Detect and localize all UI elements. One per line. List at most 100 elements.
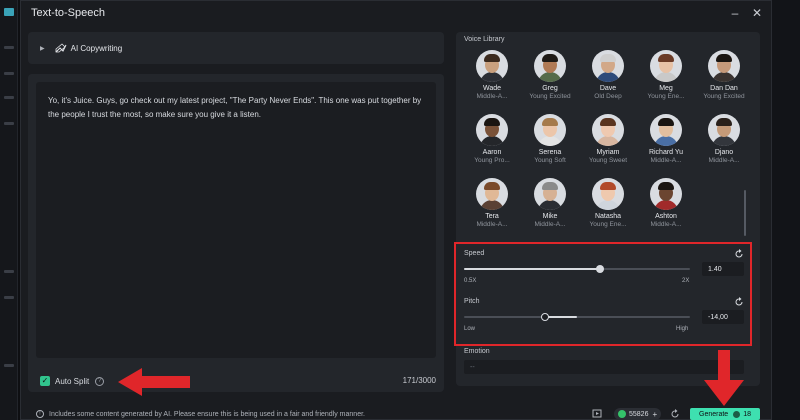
voice-name: Djano [714,149,734,156]
voice-name: Natasha [594,213,622,220]
credit-coin-icon [618,410,626,418]
voice-card[interactable]: Djano Middle-A... [696,114,752,164]
speed-max-label: 2X [682,278,690,284]
voice-name: Serena [538,149,562,156]
refresh-icon[interactable] [670,409,680,419]
app-sidebar-glyph [4,296,14,299]
voice-avatar [650,178,682,210]
voice-library-title: Voice Library [464,36,505,43]
voice-description: Young Excited [703,93,745,100]
voice-avatar [476,178,508,210]
speed-slider-fill [464,268,600,270]
pitch-min-label: Low [464,326,476,332]
voice-card[interactable]: Tera Middle-A... [464,178,520,228]
red-arrow-left-icon [118,368,190,396]
voice-card[interactable]: Myriam Young Sweet [580,114,636,164]
generate-label: Generate [699,410,729,418]
voice-avatar [592,178,624,210]
voice-description: Middle-A... [650,221,682,228]
voice-card[interactable]: Wade Middle-A... [464,50,520,100]
voice-name: Dave [599,85,617,92]
voice-description: Young Soft [534,157,566,164]
voice-name: Richard Yu [648,149,684,156]
auto-split-checkbox[interactable]: ✓ [40,376,50,386]
app-sidebar-glyph [4,270,14,273]
text-editor-panel: Yo, it's Juice. Guys, go check out my la… [28,74,444,392]
credits-badge[interactable]: 55826 + [614,408,662,420]
voice-avatar [476,114,508,146]
voice-avatar [650,50,682,82]
voice-description: Young Sweet [588,157,628,164]
voice-description: Young Ene... [647,93,685,100]
voice-name: Aaron [482,149,502,156]
minimize-button[interactable]: – [727,5,743,21]
app-sidebar-glyph [4,46,14,49]
voice-library-scrollbar[interactable] [744,190,746,236]
voice-card[interactable]: Aaron Young Pro... [464,114,520,164]
add-credits-icon[interactable]: + [652,410,657,419]
pitch-max-label: High [676,326,689,332]
voice-avatar [476,50,508,82]
voice-description: Young Ene... [589,221,627,228]
pitch-reset-icon[interactable] [734,297,744,307]
info-icon: ! [36,410,44,418]
character-counter: 171/3000 [402,376,436,385]
voice-avatar [708,114,740,146]
ai-copywriting-bar[interactable]: ▶ AI Copywriting [28,32,444,64]
voice-description: Middle-A... [650,157,682,164]
voice-card[interactable]: Greg Young Excited [522,50,578,100]
voice-avatar [592,50,624,82]
pitch-label: Pitch [464,298,480,305]
voice-card[interactable]: Serena Young Soft [522,114,578,164]
voice-avatar [534,114,566,146]
emotion-select[interactable]: -- [464,360,744,374]
ai-pen-icon [55,43,67,53]
generate-coin-icon [733,410,741,418]
voice-name: Myriam [596,149,620,156]
app-sidebar-glyph [4,96,14,99]
voice-card[interactable]: Mike Middle-A... [522,178,578,228]
pitch-slider-track[interactable] [464,316,690,318]
voice-params-highlight: Speed 1.40 0.5X 2X Pitch -14,00 Low High [454,242,752,346]
voice-card[interactable]: Richard Yu Middle-A... [638,114,694,164]
dialog-title: Text-to-Speech [31,7,105,19]
ai-copywriting-label: AI Copywriting [70,43,123,53]
generate-button[interactable]: Generate 18 [690,408,760,420]
voice-avatar [592,114,624,146]
ai-notice: ! Includes some content generated by AI.… [36,410,365,418]
speed-min-label: 0.5X [464,278,477,284]
ai-notice-text: Includes some content generated by AI. P… [49,410,365,418]
voice-card[interactable]: Meg Young Ene... [638,50,694,100]
voice-card[interactable]: Dave Old Deep [580,50,636,100]
emotion-label: Emotion [464,348,490,355]
voice-name: Mike [542,213,558,220]
app-sidebar-glyph [4,364,14,367]
pitch-slider-fill [545,316,577,318]
voice-card[interactable]: Dan Dan Young Excited [696,50,752,100]
voice-description: Middle-A... [708,157,740,164]
voice-name: Wade [482,85,502,92]
app-background-right [770,0,800,420]
auto-split-control[interactable]: ✓ Auto Split ? [40,376,105,386]
auto-split-label: Auto Split [55,376,90,386]
preview-icon[interactable] [592,409,602,419]
voice-description: Old Deep [594,93,622,100]
voice-name: Dan Dan [710,85,738,92]
voice-card[interactable]: Natasha Young Ene... [580,178,636,228]
close-button[interactable]: ✕ [749,5,765,21]
dialog-titlebar: Text-to-Speech [21,1,771,25]
generate-cost: 18 [743,410,751,418]
voice-card[interactable]: Ashton Middle-A... [638,178,694,228]
voice-description: Middle-A... [476,93,508,100]
speed-reset-icon[interactable] [734,249,744,259]
pitch-slider-knob[interactable] [541,313,550,321]
speed-value-input[interactable]: 1.40 [702,262,744,276]
voice-avatar [534,50,566,82]
voice-name: Tera [485,213,499,220]
app-sidebar-strip [0,0,18,420]
speed-slider-knob[interactable] [595,265,604,273]
app-logo-icon [4,8,14,16]
script-textarea[interactable]: Yo, it's Juice. Guys, go check out my la… [36,82,436,358]
pitch-value-input[interactable]: -14,00 [702,310,744,324]
help-icon[interactable]: ? [95,376,105,386]
